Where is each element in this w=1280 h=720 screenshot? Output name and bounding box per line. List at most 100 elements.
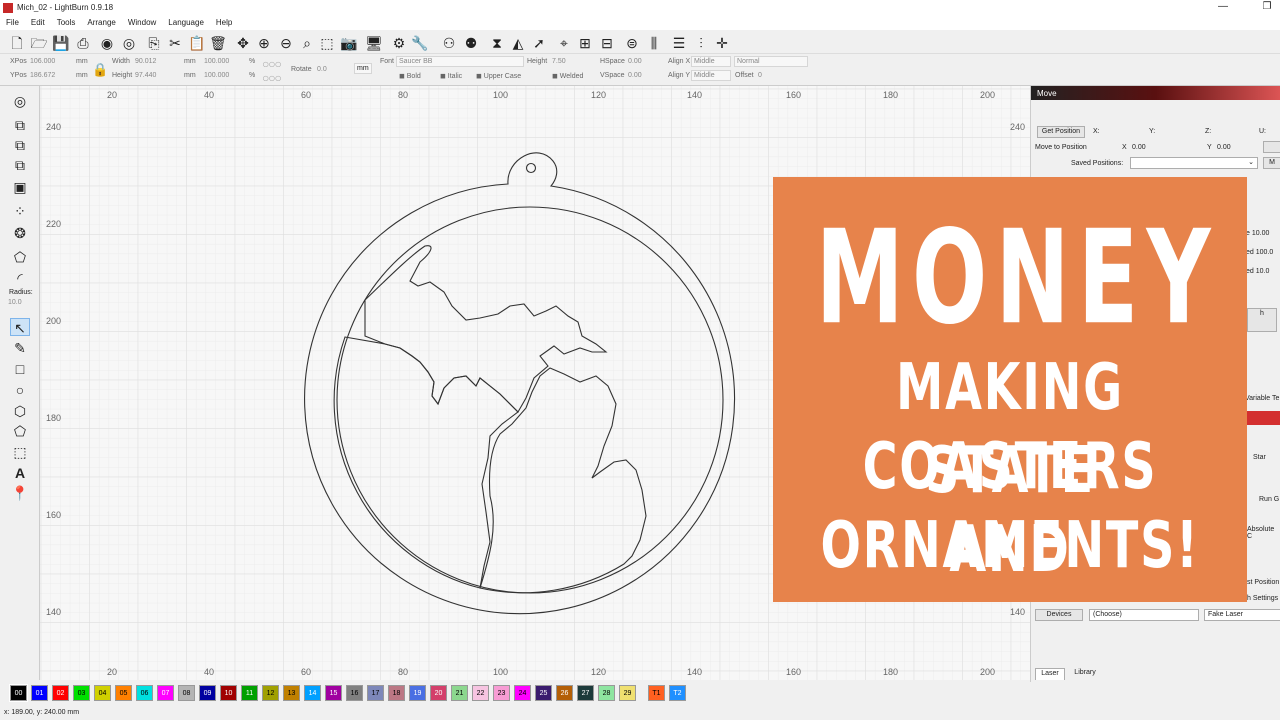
palette-swatch-10[interactable]: 10 [220, 685, 237, 701]
menu-help[interactable]: Help [210, 16, 238, 27]
spacing-icon[interactable]: ☰ [670, 34, 688, 52]
position-laser-icon[interactable]: ⬚ [10, 443, 30, 461]
vspace-value[interactable]: 0.00 [628, 72, 642, 79]
palette-swatch-14[interactable]: 14 [304, 685, 321, 701]
peek-run[interactable]: Run G [1259, 496, 1279, 503]
mirror-icon[interactable]: ⧗ [488, 34, 506, 52]
xpos-value[interactable]: 106.000 [30, 58, 55, 65]
palette-swatch-28[interactable]: 28 [598, 685, 615, 701]
menu-tools[interactable]: Tools [51, 16, 82, 27]
polygon-tool-icon[interactable]: ⬡ [10, 402, 30, 420]
align-v-icon[interactable]: ⫼ [645, 34, 663, 52]
palette-swatch-23[interactable]: 23 [493, 685, 510, 701]
palette-swatch-12[interactable]: 12 [262, 685, 279, 701]
grid-array-icon[interactable]: ⁘ [10, 202, 30, 220]
select-tool-icon[interactable]: ↖ [10, 318, 30, 336]
send-icon[interactable]: ➚ [530, 34, 548, 52]
camera-icon[interactable]: 📷 [340, 34, 358, 52]
boolean-subtract-icon[interactable]: ⧉ [10, 156, 30, 174]
tab-laser[interactable]: Laser [1035, 668, 1065, 680]
align-h-icon[interactable]: ⊜ [623, 34, 641, 52]
palette-swatch-27[interactable]: 27 [577, 685, 594, 701]
copy-icon[interactable]: ⎘ [145, 34, 163, 52]
settings-wheel-icon[interactable]: ◎ [120, 34, 138, 52]
open-folder-icon[interactable]: 🗁 [30, 34, 48, 52]
palette-swatch-05[interactable]: 05 [115, 685, 132, 701]
palette-swatch-25[interactable]: 25 [535, 685, 552, 701]
palette-swatch-00[interactable]: 00 [9, 684, 28, 702]
circular-array-icon[interactable]: ❂ [10, 224, 30, 242]
move-icon[interactable]: ✥ [234, 34, 252, 52]
boolean-union-icon[interactable]: ⧉ [10, 136, 30, 154]
palette-swatch-20[interactable]: 20 [430, 685, 447, 701]
center-icon[interactable]: ✛ [713, 34, 731, 52]
mm-inch-toggle[interactable]: mm [354, 63, 372, 74]
export-icon[interactable]: ⎙ [74, 34, 92, 52]
upper-case-checkbox[interactable]: ◼ Upper Case [476, 72, 521, 80]
convert-to-path-icon[interactable]: ⬠ [10, 248, 30, 266]
palette-swatch-11[interactable]: 11 [241, 685, 258, 701]
machine-settings-icon[interactable]: ⚙ [390, 34, 408, 52]
text-height-value[interactable]: 7.50 [552, 58, 566, 65]
minimize-icon[interactable]: — [1216, 1, 1230, 12]
rectangle-tool-icon[interactable]: □ [10, 360, 30, 378]
ypos-value[interactable]: 186.672 [30, 72, 55, 79]
palette-swatch-26[interactable]: 26 [556, 685, 573, 701]
delete-icon[interactable]: 🗑 [209, 34, 227, 52]
palette-swatch-04[interactable]: 04 [94, 685, 111, 701]
monitor-icon[interactable]: 🖥 [365, 34, 383, 52]
palette-swatch-t1[interactable]: T1 [648, 685, 665, 701]
palette-swatch-24[interactable]: 24 [514, 685, 531, 701]
port-select[interactable]: (Choose) [1089, 609, 1199, 621]
welded-checkbox[interactable]: ◼ Welded [552, 72, 583, 80]
height-value[interactable]: 97.440 [135, 72, 156, 79]
import-icon[interactable]: ◉ [98, 34, 116, 52]
palette-swatch-18[interactable]: 18 [388, 685, 405, 701]
ellipse-tool-icon[interactable]: ○ [10, 381, 30, 399]
bold-checkbox[interactable]: ◼ Bold [399, 72, 421, 80]
alignx-select[interactable]: Middle [691, 56, 731, 67]
radius-value[interactable]: 10.0 [8, 299, 22, 306]
palette-swatch-t2[interactable]: T2 [669, 685, 686, 701]
palette-swatch-17[interactable]: 17 [367, 685, 384, 701]
palette-swatch-21[interactable]: 21 [451, 685, 468, 701]
italic-checkbox[interactable]: ◼ Italic [440, 72, 462, 80]
distribute-v-icon[interactable]: ⫶ [692, 34, 710, 52]
new-file-icon[interactable]: 🗋 [8, 34, 26, 52]
select-rect-icon[interactable]: ⬚ [318, 34, 336, 52]
font-select[interactable]: Saucer BB [396, 56, 524, 67]
palette-swatch-08[interactable]: 08 [178, 685, 195, 701]
peek-start[interactable]: Star [1253, 454, 1266, 461]
boolean-intersect-icon[interactable]: ▣ [10, 178, 30, 196]
distribute-icon[interactable]: ⊟ [598, 34, 616, 52]
peek-button[interactable]: h [1247, 308, 1277, 332]
style-select[interactable]: Normal [734, 56, 808, 67]
tab-library[interactable]: Library [1067, 668, 1103, 680]
palette-swatch-19[interactable]: 19 [409, 685, 426, 701]
offset-value[interactable]: 0 [758, 72, 762, 79]
zoom-in-icon[interactable]: ⊕ [255, 34, 273, 52]
weld-icon[interactable]: ⧉ [10, 116, 30, 134]
palette-swatch-03[interactable]: 03 [73, 685, 90, 701]
scale-height[interactable]: 100.000 [204, 72, 229, 79]
menu-edit[interactable]: Edit [25, 16, 51, 27]
palette-swatch-01[interactable]: 01 [31, 685, 48, 701]
palette-swatch-09[interactable]: 09 [199, 685, 216, 701]
menu-arrange[interactable]: Arrange [81, 16, 121, 27]
palette-swatch-02[interactable]: 02 [52, 685, 69, 701]
scale-width[interactable]: 100.000 [204, 58, 229, 65]
text-tool-icon[interactable]: A [10, 464, 30, 482]
palette-swatch-13[interactable]: 13 [283, 685, 300, 701]
corner-radius-icon[interactable]: ◜ [10, 269, 30, 287]
move-y-value[interactable]: 0.00 [1217, 144, 1231, 151]
menu-language[interactable]: Language [162, 16, 210, 27]
get-position-button[interactable]: Get Position [1037, 126, 1085, 138]
ungroup-icon[interactable]: ⚉ [462, 34, 480, 52]
save-icon[interactable]: 💾 [52, 34, 70, 52]
menu-file[interactable]: File [0, 16, 25, 27]
devices-button[interactable]: Devices [1035, 609, 1083, 621]
lock-icon[interactable]: 🔒 [92, 62, 108, 78]
flip-icon[interactable]: ◭ [509, 34, 527, 52]
palette-swatch-22[interactable]: 22 [472, 685, 489, 701]
align-icon[interactable]: ⊞ [576, 34, 594, 52]
